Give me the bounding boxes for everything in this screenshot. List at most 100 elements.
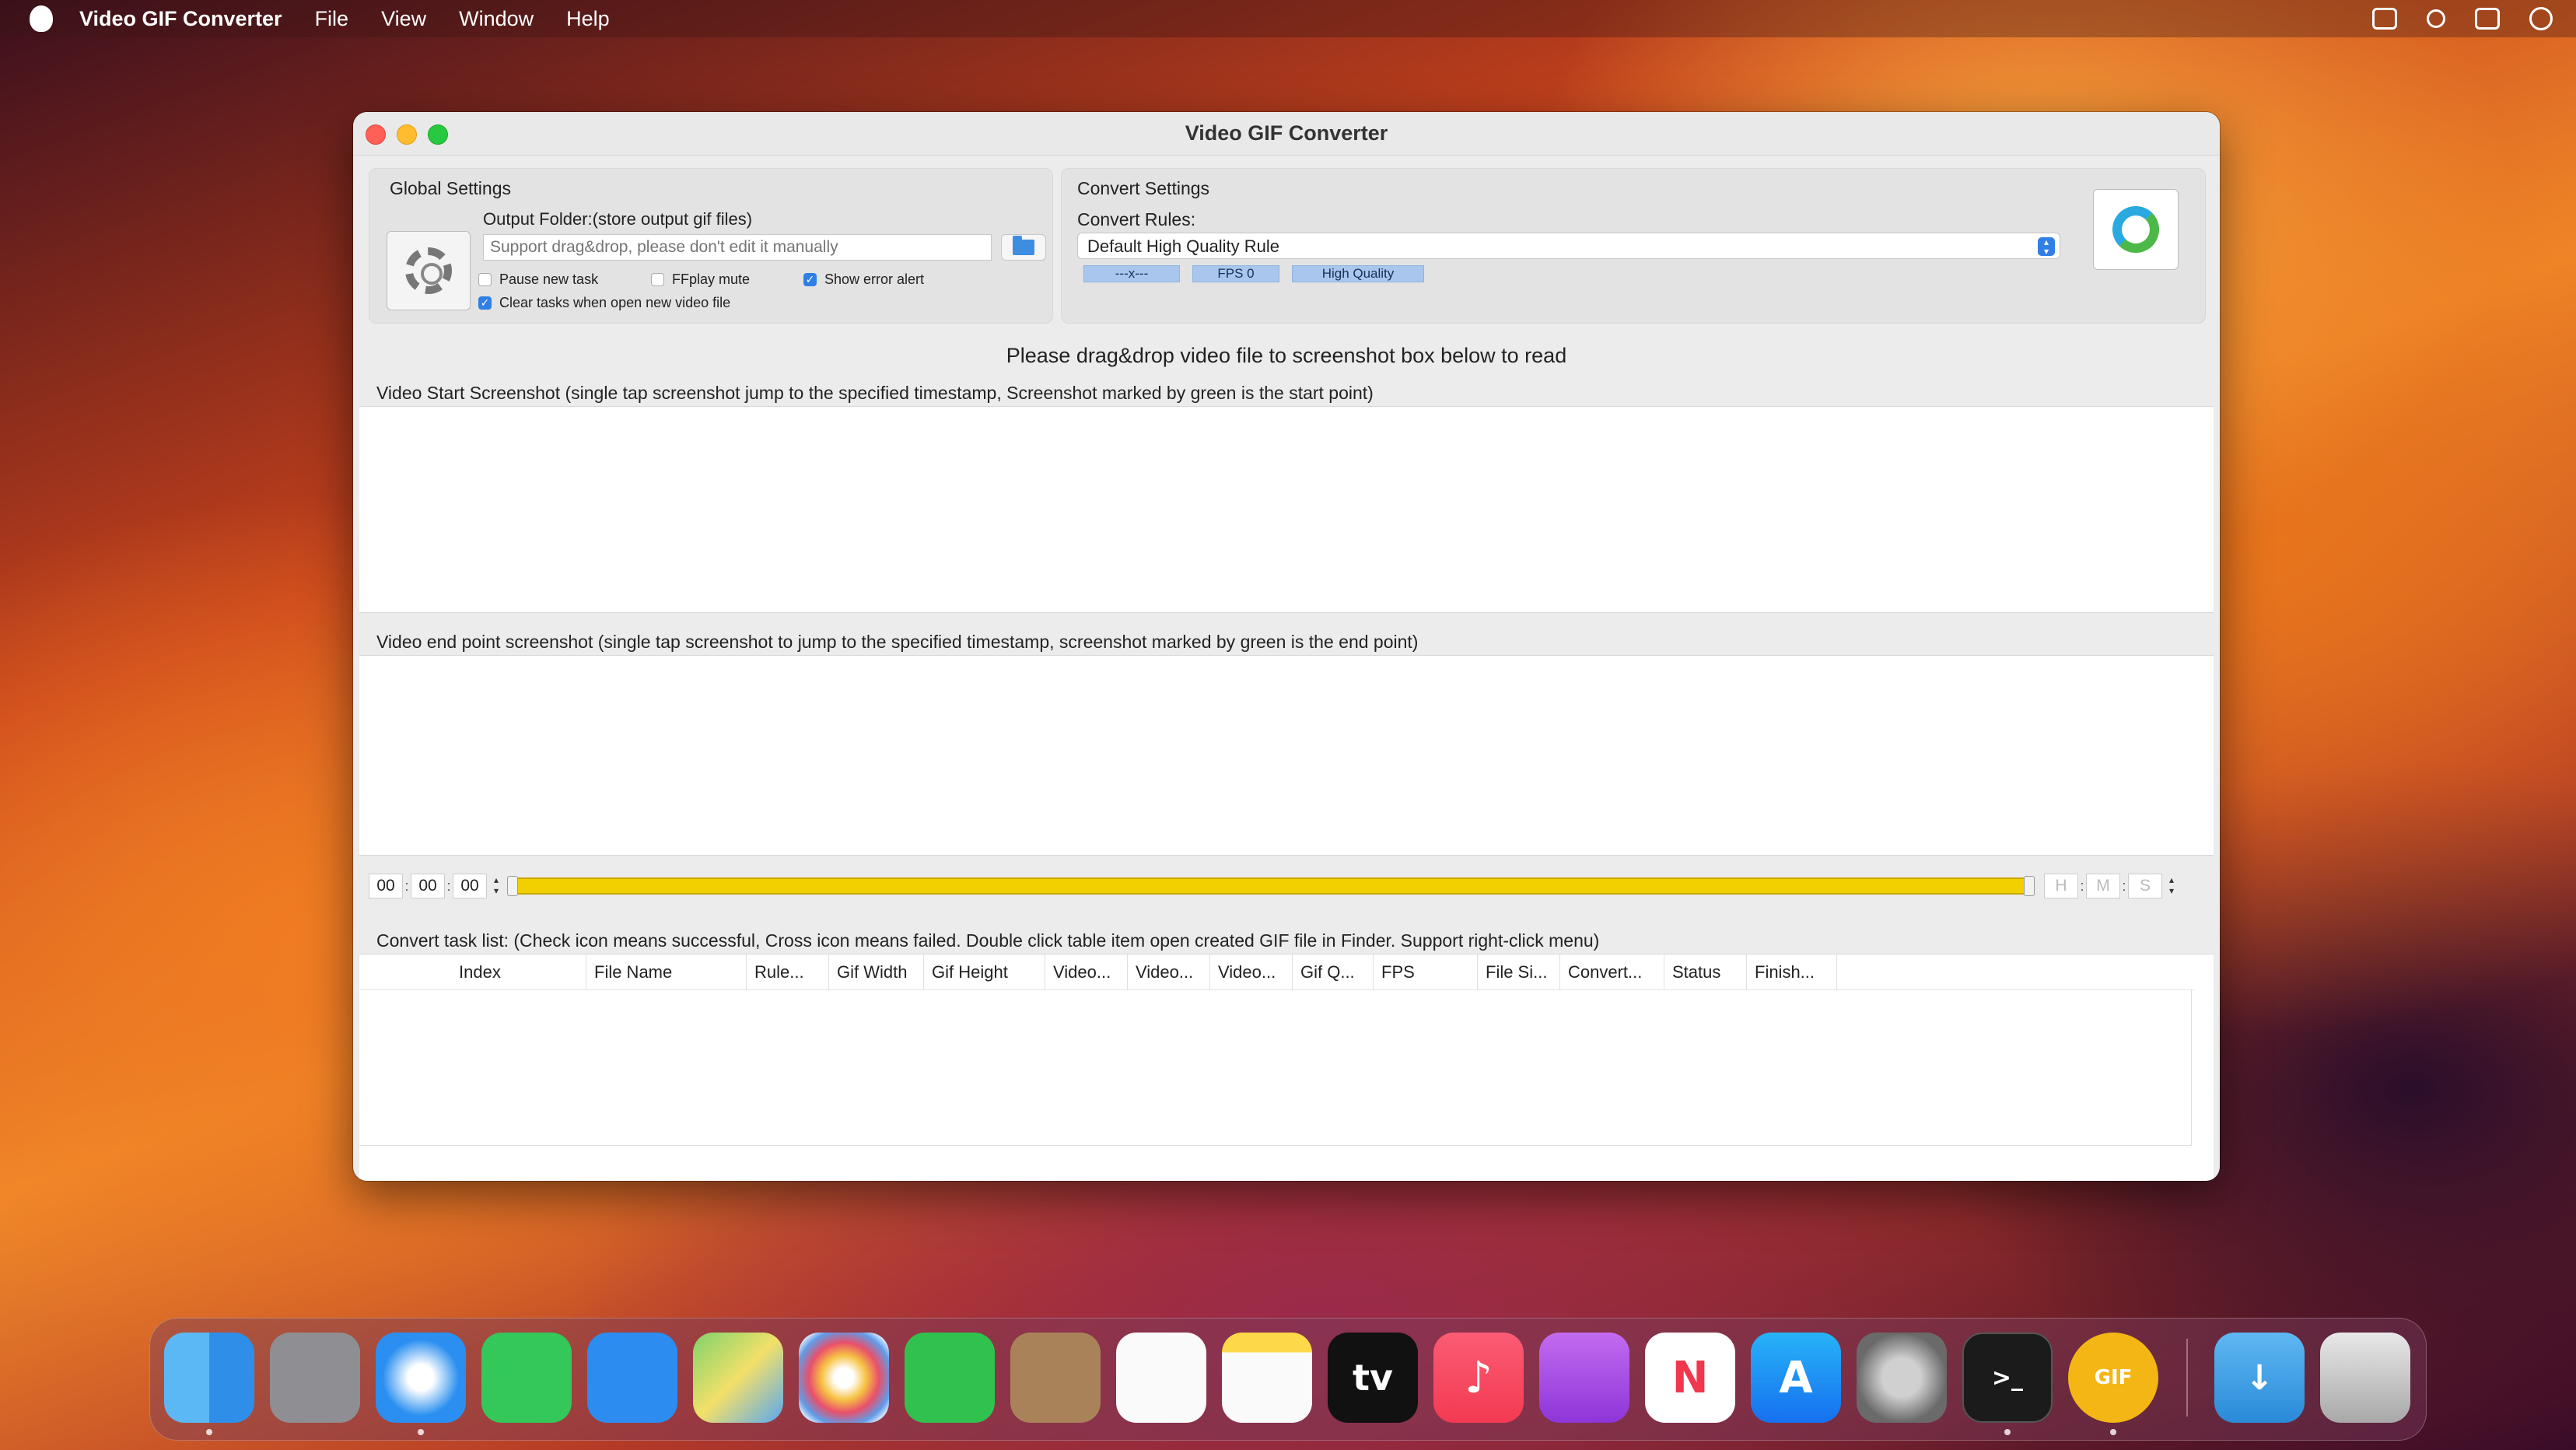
- spotlight-search-icon[interactable]: [2427, 9, 2445, 28]
- start-minute-field[interactable]: 00: [411, 874, 445, 898]
- ffplay-mute-checkbox[interactable]: FFplay mute: [651, 271, 750, 288]
- checkbox-label: Clear tasks when open new video file: [499, 295, 731, 310]
- checkmark-icon: ✓: [803, 273, 817, 286]
- choose-folder-button[interactable]: [1001, 234, 1046, 261]
- start-second-field[interactable]: 00: [453, 874, 487, 898]
- dock-trash-icon[interactable]: [2320, 1333, 2410, 1423]
- column-header-gif-quality[interactable]: Gif Q...: [1293, 954, 1374, 990]
- end-screenshot-label: Video end point screenshot (single tap s…: [376, 632, 1419, 652]
- column-header-file-name[interactable]: File Name: [586, 954, 747, 990]
- timeline-bar: 00 : 00 : 00 ▴ ▾ H : M : S ▴ ▾: [359, 868, 2214, 904]
- rule-fps-tag: FPS 0: [1192, 265, 1279, 282]
- dock-finder-icon[interactable]: [164, 1333, 254, 1423]
- control-center-icon[interactable]: [2475, 8, 2500, 30]
- table-header: Index File Name Rule... Gif Width Gif He…: [359, 954, 2195, 990]
- app-window: Video GIF Converter Global Settings Outp…: [353, 112, 2220, 1181]
- dock-podcasts-icon[interactable]: [1539, 1333, 1629, 1423]
- menu-window[interactable]: Window: [459, 7, 534, 31]
- dock-downloads-folder-icon[interactable]: ↓: [2214, 1333, 2305, 1423]
- dock-news-icon[interactable]: N: [1645, 1333, 1735, 1423]
- dock-facetime-icon[interactable]: [905, 1333, 995, 1423]
- start-slider-handle[interactable]: [507, 876, 518, 896]
- dock-launchpad-icon[interactable]: [270, 1333, 360, 1423]
- checkbox-label: FFplay mute: [672, 271, 751, 287]
- app-menu[interactable]: Video GIF Converter: [79, 7, 282, 31]
- dock-system-settings-icon[interactable]: [1857, 1333, 1947, 1423]
- task-table[interactable]: Index File Name Rule... Gif Width Gif He…: [359, 954, 2214, 1181]
- refresh-icon: [2108, 201, 2164, 257]
- column-header-rule[interactable]: Rule...: [747, 954, 829, 990]
- end-screenshot-box[interactable]: [359, 655, 2214, 856]
- column-header-file-size[interactable]: File Si...: [1478, 954, 1560, 990]
- menu-bar: Video GIF Converter File View Window Hel…: [0, 0, 2576, 37]
- dock-maps-icon[interactable]: [693, 1333, 783, 1423]
- column-header-gif-height[interactable]: Gif Height: [924, 954, 1045, 990]
- column-header-video-2[interactable]: Video...: [1128, 954, 1210, 990]
- rule-quality-tag: High Quality: [1292, 265, 1424, 282]
- end-hour-field[interactable]: H: [2044, 874, 2078, 898]
- show-error-alert-checkbox[interactable]: ✓ Show error alert: [803, 271, 924, 288]
- dock-app-store-icon[interactable]: A: [1751, 1333, 1841, 1423]
- menubar-extra-icon[interactable]: [2372, 8, 2397, 30]
- start-time-stepper[interactable]: ▴ ▾: [490, 874, 502, 898]
- dock-video-gif-converter-icon[interactable]: GIF: [2068, 1333, 2158, 1423]
- menu-view[interactable]: View: [381, 7, 426, 31]
- clear-tasks-checkbox[interactable]: ✓ Clear tasks when open new video file: [478, 295, 730, 311]
- drop-hint: Please drag&drop video file to screensho…: [1006, 344, 1567, 367]
- dock-mail-icon[interactable]: [587, 1333, 677, 1423]
- dock-contacts-icon[interactable]: [1010, 1333, 1101, 1423]
- dock-tv-icon[interactable]: tv: [1328, 1333, 1418, 1423]
- rule-size-tag: ---x---: [1083, 265, 1180, 282]
- apple-menu-icon[interactable]: [30, 5, 53, 32]
- end-slider-handle[interactable]: [2024, 876, 2035, 896]
- folder-icon: [1013, 236, 1034, 255]
- pause-new-task-checkbox[interactable]: Pause new task: [478, 271, 598, 288]
- checkbox-label: Show error alert: [824, 271, 925, 287]
- convert-settings-group: Convert Settings Convert Rules: Default …: [1061, 168, 2206, 324]
- table-body[interactable]: [359, 990, 2192, 1146]
- global-settings-label: Global Settings: [390, 178, 511, 198]
- dock-photos-icon[interactable]: [799, 1333, 889, 1423]
- convert-button[interactable]: [2093, 189, 2179, 270]
- chevron-updown-icon: ▴ ▾: [2038, 237, 2055, 256]
- dock-reminders-icon[interactable]: [1116, 1333, 1206, 1423]
- column-header-index[interactable]: Index: [359, 954, 586, 990]
- dock-notes-icon[interactable]: [1222, 1333, 1312, 1423]
- checkmark-icon: ✓: [478, 296, 492, 310]
- column-header-status[interactable]: Status: [1664, 954, 1747, 990]
- settings-button[interactable]: [387, 231, 471, 310]
- dock-messages-icon[interactable]: [481, 1333, 572, 1423]
- column-header-video-1[interactable]: Video...: [1045, 954, 1128, 990]
- checkbox-box: [478, 273, 492, 286]
- column-header-convert[interactable]: Convert...: [1560, 954, 1664, 990]
- checkbox-label: Pause new task: [499, 271, 599, 287]
- time-range-slider[interactable]: [507, 876, 2035, 896]
- output-folder-label: Output Folder:(store output gif files): [483, 209, 753, 229]
- settings-row: Global Settings Output Folder:(store out…: [369, 168, 2206, 324]
- convert-rule-select[interactable]: Default High Quality Rule ▴ ▾: [1077, 233, 2060, 259]
- clock-icon[interactable]: [2529, 7, 2553, 30]
- column-header-fps[interactable]: FPS: [1374, 954, 1478, 990]
- start-screenshot-box[interactable]: [359, 406, 2214, 613]
- start-screenshot-label: Video Start Screenshot (single tap scree…: [376, 383, 1374, 403]
- menu-file[interactable]: File: [315, 7, 349, 31]
- column-header-gif-width[interactable]: Gif Width: [829, 954, 924, 990]
- column-header-video-3[interactable]: Video...: [1210, 954, 1293, 990]
- dock-terminal-icon[interactable]: >_: [1962, 1333, 2053, 1423]
- task-list-label: Convert task list: (Check icon means suc…: [376, 930, 1600, 951]
- selected-rule: Default High Quality Rule: [1087, 236, 1280, 256]
- title-bar: Video GIF Converter: [353, 112, 2220, 156]
- menu-help[interactable]: Help: [566, 7, 610, 31]
- end-second-field[interactable]: S: [2128, 874, 2162, 898]
- output-folder-input[interactable]: [483, 234, 992, 261]
- global-settings-group: Global Settings Output Folder:(store out…: [369, 168, 1053, 324]
- column-header-finish[interactable]: Finish...: [1747, 954, 1837, 990]
- dock-music-icon[interactable]: ♪: [1433, 1333, 1524, 1423]
- end-minute-field[interactable]: M: [2086, 874, 2120, 898]
- checkbox-box: [651, 273, 664, 286]
- convert-rules-label: Convert Rules:: [1077, 209, 1196, 229]
- end-time-stepper[interactable]: ▴ ▾: [2165, 874, 2178, 898]
- dock-safari-icon[interactable]: [376, 1333, 466, 1423]
- dock: tv ♪ N A >_ GIF ↓: [149, 1318, 2427, 1441]
- start-hour-field[interactable]: 00: [369, 874, 403, 898]
